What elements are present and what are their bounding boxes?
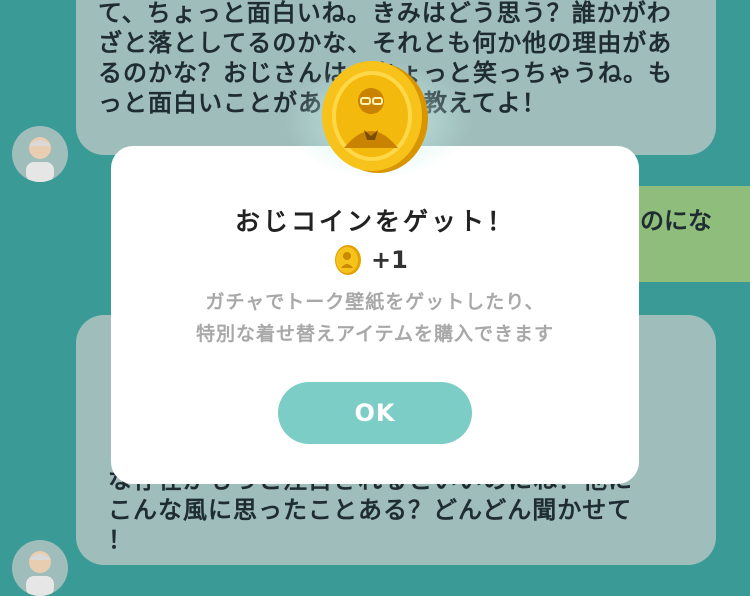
dialog-description: ガチャでトーク壁紙をゲットしたり、 特別な着せ替えアイテムを購入できます — [111, 286, 639, 350]
chat-message-line: こんな風に思ったことある？どんどん聞かせて — [108, 496, 633, 524]
chat-message-text: のにな — [640, 207, 712, 235]
dialog-title: おじコインをゲット！ — [234, 207, 515, 236]
description-line: 特別な着せ替えアイテムを購入できます — [195, 323, 555, 345]
old-man-avatar-icon — [26, 551, 54, 596]
avatar[interactable] — [12, 540, 68, 596]
chat-message-line: ！ — [108, 526, 133, 554]
reward-row: +1 — [331, 243, 408, 277]
ok-button[interactable]: OK — [278, 382, 472, 444]
old-man-avatar-icon — [26, 137, 54, 182]
coin-icon — [335, 245, 361, 275]
coin-icon — [322, 61, 428, 173]
avatar[interactable] — [12, 126, 68, 182]
description-line: ガチャでトーク壁紙をゲットしたり、 — [205, 291, 545, 313]
reward-amount: +1 — [371, 246, 408, 274]
coin-reward-dialog: おじコインをゲット！ +1 ガチャでトーク壁紙をゲットしたり、 特別な着せ替えア… — [111, 146, 639, 484]
